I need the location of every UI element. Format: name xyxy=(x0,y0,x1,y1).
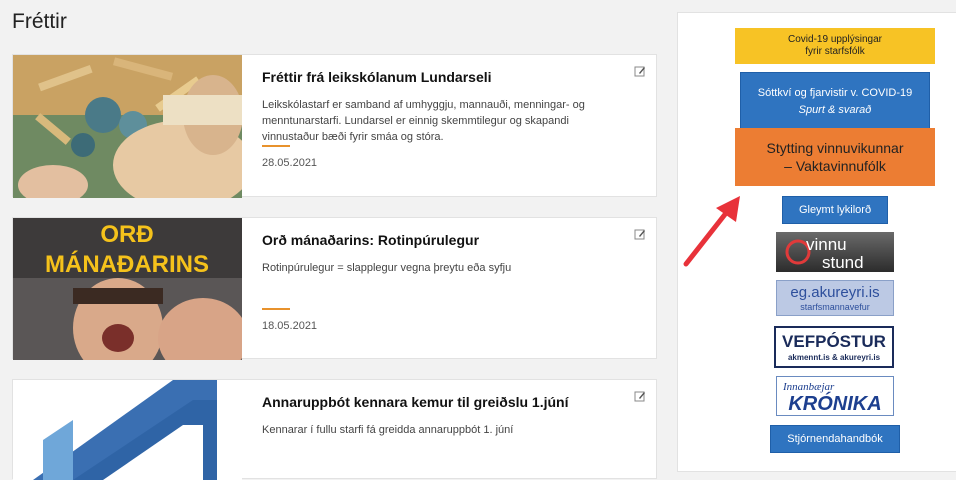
stjornendahandbok-button[interactable]: Stjórnendahandbók xyxy=(770,425,900,453)
image-text-manadarins: MÁNAÐARINS xyxy=(45,250,209,278)
orange-divider xyxy=(262,308,290,310)
news-excerpt: Leikskólastarf er samband af umhyggju, m… xyxy=(262,99,585,143)
stytting-button[interactable]: Stytting vinnuvikunnar – Vaktavinnufólk xyxy=(735,128,935,186)
news-card[interactable]: Fréttir frá leikskólanum Lundarseli Leik… xyxy=(12,54,657,198)
red-arrow-annotation xyxy=(683,196,740,267)
edit-icon[interactable] xyxy=(634,228,646,240)
news-title[interactable]: Orð mánaðarins: Rotinpúrulegur xyxy=(262,232,616,248)
vefpostur-logo[interactable]: VEFPÓSTUR akmennt.is & akureyri.is xyxy=(774,326,894,368)
eg-text2: starfsmannavefur xyxy=(800,302,870,312)
eg-text1: eg.akureyri.is xyxy=(790,284,879,301)
stytting-line1: Stytting vinnuvikunnar xyxy=(766,140,904,156)
news-excerpt: Kennarar í fullu starfi fá greidda annar… xyxy=(262,424,514,436)
news-title[interactable]: Fréttir frá leikskólanum Lundarseli xyxy=(262,69,616,85)
kronika-logo[interactable]: Innanbæjar KRÓNIKA xyxy=(776,376,894,416)
page-title: Fréttir xyxy=(12,10,67,33)
kronika-text1: Innanbæjar xyxy=(782,381,835,393)
vinnustund-text2: stund xyxy=(822,253,864,272)
news-title[interactable]: Annaruppbót kennara kemur til greiðslu 1… xyxy=(262,394,616,410)
news-excerpt: Rotinpúrulegur = slapplegur vegna þreytu… xyxy=(262,262,512,274)
vefpostur-text1: VEFPÓSTUR xyxy=(782,332,886,351)
edit-icon[interactable] xyxy=(634,390,646,402)
news-thumbnail[interactable] xyxy=(13,55,242,198)
sottkvi-line1: Sóttkví og fjarvistir v. COVID-19 xyxy=(757,87,913,99)
sottkvi-line2: Spurt & svarað xyxy=(798,104,872,116)
vinnustund-text1: vinnu xyxy=(806,235,847,254)
image-text-ord: ORÐ xyxy=(100,221,153,248)
stytting-line2: – Vaktavinnufólk xyxy=(784,158,886,174)
edit-icon[interactable] xyxy=(634,65,646,77)
vefpostur-text2: akmennt.is & akureyri.is xyxy=(788,353,881,362)
eg-akureyri-logo[interactable]: eg.akureyri.is starfsmannavefur xyxy=(776,280,894,316)
vinnustund-logo[interactable]: vinnu stund xyxy=(776,232,894,272)
orange-divider xyxy=(262,145,290,147)
covid-info-button[interactable]: Covid-19 upplýsingar fyrir starfsfólk xyxy=(735,28,935,64)
news-card[interactable]: Annaruppbót kennara kemur til greiðslu 1… xyxy=(12,379,657,480)
news-date: 18.05.2021 xyxy=(262,320,318,332)
kronika-text2: KRÓNIKA xyxy=(788,391,881,415)
news-date: 28.05.2021 xyxy=(262,157,318,169)
covid-line1: Covid-19 upplýsingar xyxy=(788,34,882,45)
news-thumbnail[interactable] xyxy=(13,380,242,480)
news-thumbnail[interactable]: ORÐ MÁNAÐARINS xyxy=(13,218,242,360)
forgot-password-button[interactable]: Gleymt lykilorð xyxy=(782,196,888,224)
news-card[interactable]: ORÐ MÁNAÐARINS Orð mánaðarins: Rotinpúru… xyxy=(12,217,657,360)
covid-line2: fyrir starfsfólk xyxy=(805,46,865,57)
sottkvi-button[interactable]: Sóttkví og fjarvistir v. COVID-19 Spurt … xyxy=(740,72,930,132)
